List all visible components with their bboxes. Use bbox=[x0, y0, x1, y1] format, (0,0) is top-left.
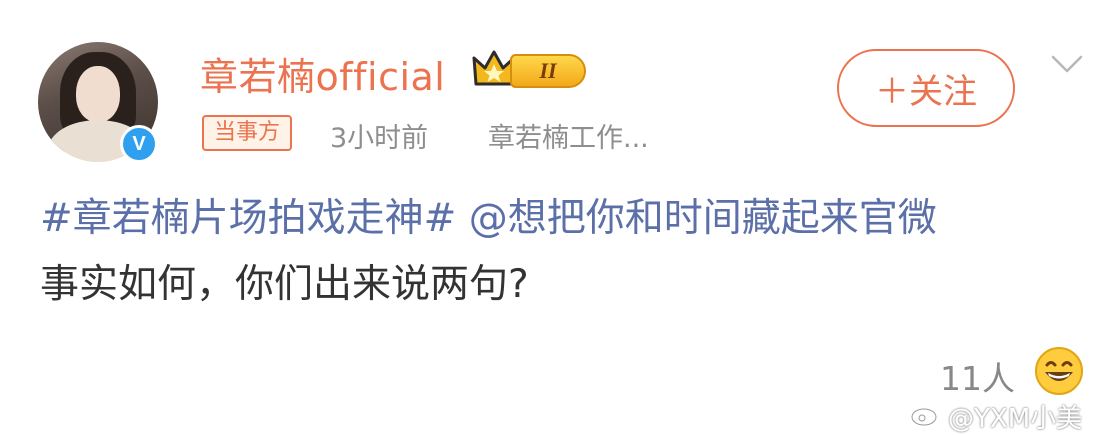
member-level-badge[interactable]: II bbox=[510, 54, 586, 88]
weibo-logo-icon bbox=[910, 403, 943, 427]
verified-badge-icon: V bbox=[120, 125, 158, 163]
reaction-count[interactable]: 11人 bbox=[940, 352, 1015, 400]
mention-link[interactable]: @想把你和时间藏起来官微 bbox=[469, 196, 937, 241]
post-source[interactable]: 章若楠工作... bbox=[488, 116, 649, 155]
chevron-down-icon[interactable] bbox=[1050, 52, 1084, 76]
avatar-face bbox=[76, 66, 120, 122]
grinning-face-icon[interactable] bbox=[1034, 346, 1084, 396]
watermark-text: @YXM小美 bbox=[948, 404, 1083, 434]
post-line-2: 事实如何，你们出来说两句? bbox=[40, 262, 529, 307]
post-time: 3小时前 bbox=[330, 123, 429, 154]
party-tag: 当事方 bbox=[202, 115, 293, 151]
post-text: #章若楠片场拍戏走神# @想把你和时间藏起来官微 事实如何，你们出来说两句? bbox=[40, 186, 937, 318]
topic-link[interactable]: #章若楠片场拍戏走神# bbox=[40, 196, 456, 241]
post-line-1: #章若楠片场拍戏走神# @想把你和时间藏起来官微 bbox=[40, 186, 937, 252]
author-name[interactable]: 章若楠official bbox=[200, 46, 445, 101]
follow-button[interactable]: ＋关注 bbox=[837, 49, 1015, 127]
weibo-post-card: V 章若楠official II 当事方 3小时前 章若楠工作... ＋关注 #… bbox=[0, 0, 1111, 434]
